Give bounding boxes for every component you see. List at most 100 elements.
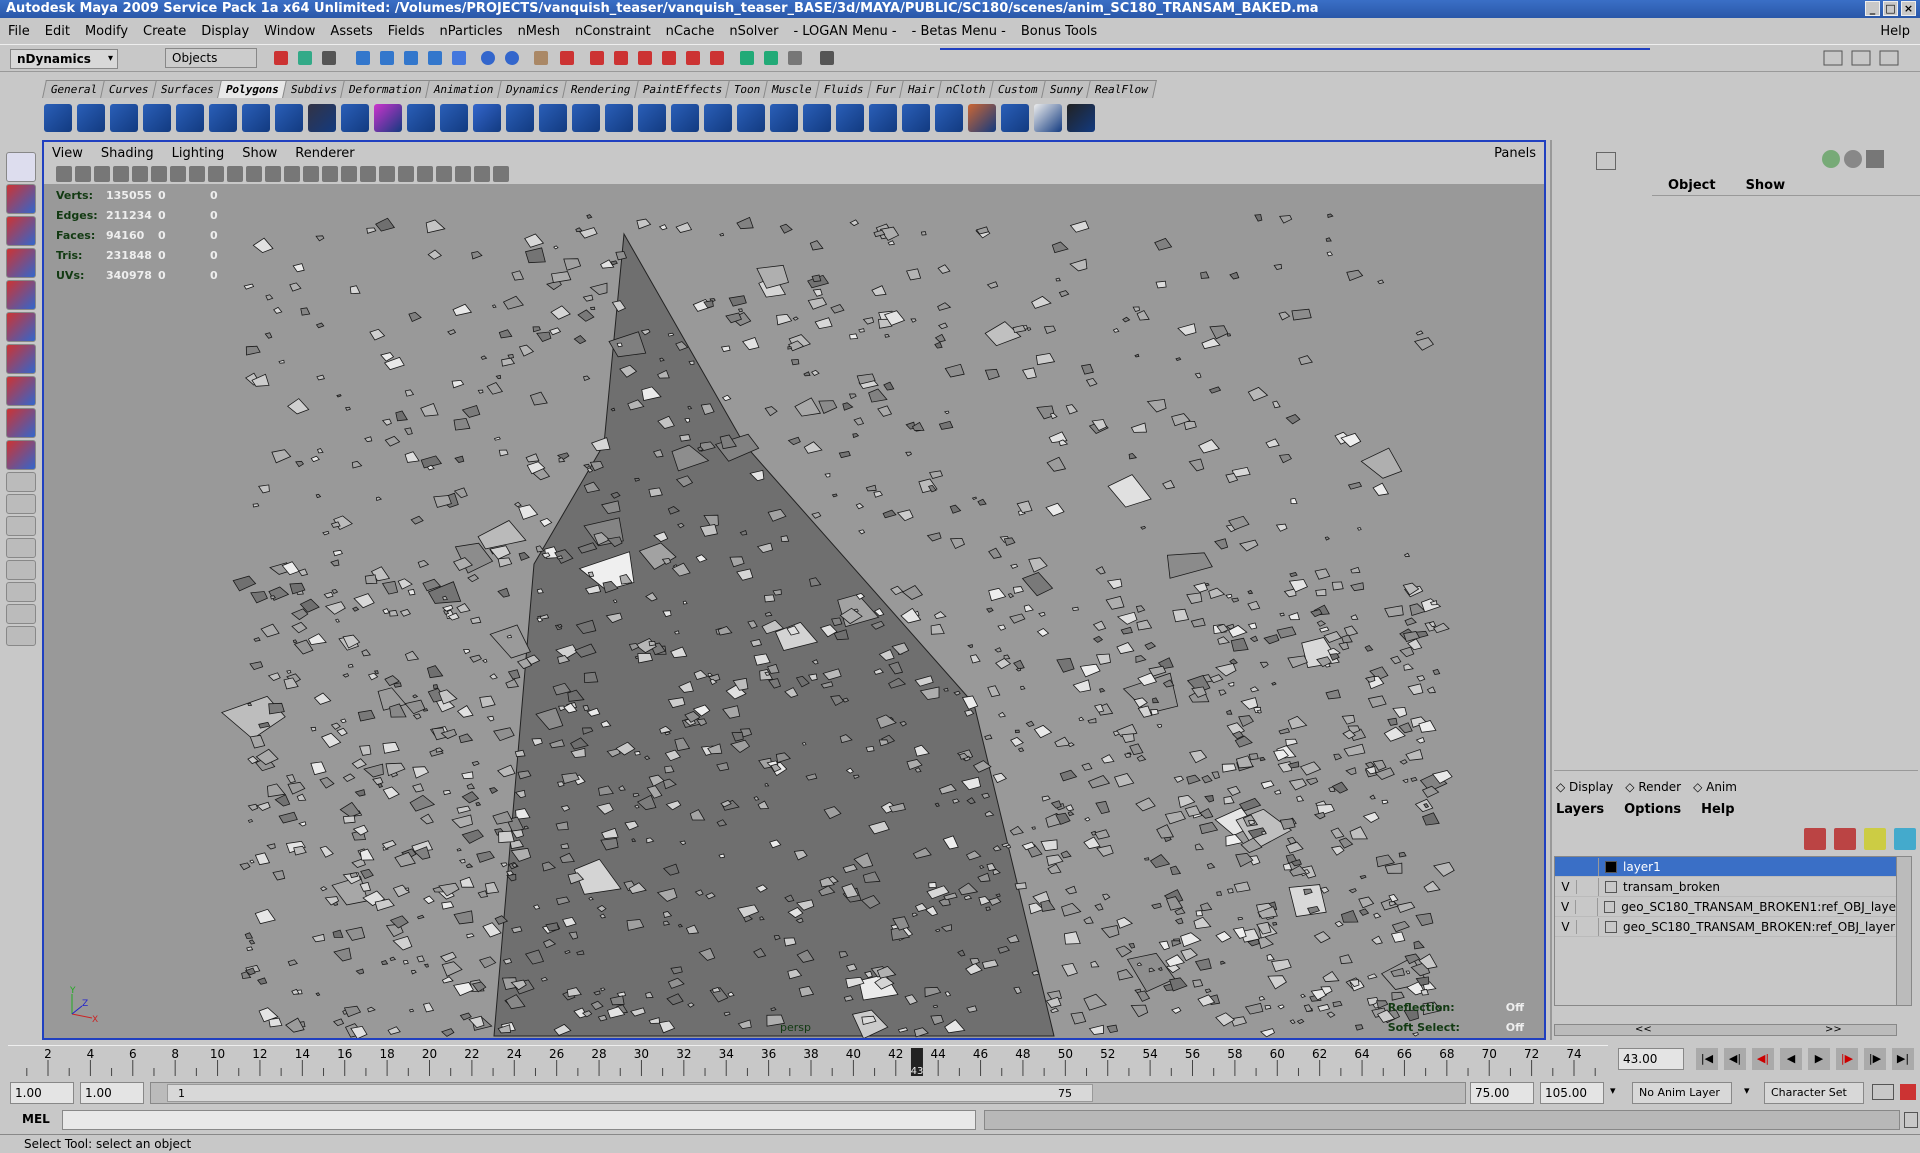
custom-layout-icon[interactable] — [6, 626, 36, 646]
separate-icon[interactable] — [440, 104, 468, 132]
poly-cone-icon[interactable] — [143, 104, 171, 132]
step-back-frame-icon[interactable]: ◀| — [1752, 1048, 1774, 1070]
layer-tab-anim[interactable]: ◇ Anim — [1693, 780, 1737, 794]
poly-pipe-icon[interactable] — [275, 104, 303, 132]
lasso-tool-icon[interactable] — [6, 184, 36, 214]
layer-display-type-toggle[interactable] — [1576, 897, 1598, 916]
panel-toggle-icons[interactable] — [1822, 49, 1912, 69]
layer-list-hscrollbar[interactable]: << >> — [1554, 1024, 1897, 1036]
viewport-menu-show[interactable]: Show — [242, 146, 277, 161]
viewport-menu-panels[interactable]: Panels — [1494, 146, 1536, 161]
play-backward-icon[interactable]: ◀ — [1780, 1048, 1802, 1070]
menu-betas-menu[interactable]: - Betas Menu - — [912, 24, 1006, 39]
layer-color-swatch[interactable] — [1605, 880, 1617, 893]
play-forward-icon[interactable]: ▶ — [1808, 1048, 1830, 1070]
soft-modify-tool-icon[interactable] — [6, 376, 36, 406]
append-icon[interactable] — [605, 104, 633, 132]
side-by-side-layout-icon[interactable] — [6, 516, 36, 536]
layer-row[interactable]: Vtransam_broken — [1555, 877, 1896, 897]
shelf-tab-surfaces[interactable]: Surfaces — [152, 80, 224, 98]
planar-map-icon[interactable] — [935, 104, 963, 132]
hypershade-layout-icon[interactable] — [6, 582, 36, 602]
menu-nparticles[interactable]: nParticles — [440, 24, 503, 39]
go-to-end-icon[interactable]: ▶| — [1892, 1048, 1914, 1070]
menu-display[interactable]: Display — [201, 24, 249, 39]
frame-all-icon[interactable] — [436, 166, 452, 182]
insert-edge-loop-icon[interactable] — [671, 104, 699, 132]
shelf-tab-deformation[interactable]: Deformation — [340, 80, 432, 98]
viewport-scene-geometry[interactable] — [44, 184, 1544, 1038]
isolate-select-icon[interactable] — [360, 166, 376, 182]
bridge-icon[interactable] — [572, 104, 600, 132]
shelf-tab-subdivs[interactable]: Subdivs — [282, 80, 347, 98]
time-slider[interactable]: 43 2 4 6 8 10 12 14 16 18 20 22 24 26 28 30 32 34 36 38 40 42… — [8, 1045, 1608, 1077]
menu-file[interactable]: File — [8, 24, 30, 39]
start-time-field[interactable]: 1.00 — [10, 1082, 74, 1104]
attribute-editor-icon[interactable] — [1822, 150, 1840, 168]
tool-settings-icon[interactable] — [1844, 150, 1862, 168]
layer-tab-display[interactable]: ◇ Display — [1556, 780, 1613, 794]
viewport-menu-view[interactable]: View — [52, 146, 83, 161]
range-slider-track[interactable]: 1 75 — [150, 1082, 1466, 1104]
field-chart-icon[interactable] — [208, 166, 224, 182]
menu-help[interactable]: Help — [1880, 24, 1910, 39]
persp-graph-layout-icon[interactable] — [6, 538, 36, 558]
smooth-icon[interactable] — [473, 104, 501, 132]
poly-sphere-icon[interactable] — [44, 104, 72, 132]
collapse-icon[interactable] — [803, 104, 831, 132]
reduce-icon[interactable] — [869, 104, 897, 132]
layer-menu-options[interactable]: Options — [1624, 802, 1681, 817]
layer-editor-icon[interactable] — [1866, 150, 1884, 168]
menu-modify[interactable]: Modify — [85, 24, 128, 39]
menu-ncache[interactable]: nCache — [666, 24, 715, 39]
channel-box-toggle-icon[interactable] — [1596, 152, 1616, 170]
merge-icon[interactable] — [770, 104, 798, 132]
smooth-shade-icon[interactable] — [246, 166, 262, 182]
layer-list-scrollbar[interactable] — [1896, 856, 1912, 1006]
automatic-map-icon[interactable] — [1034, 104, 1062, 132]
range-end-field[interactable]: 75.00 — [1470, 1082, 1534, 1104]
layer-color-swatch[interactable] — [1603, 900, 1616, 913]
step-forward-frame-icon[interactable]: |▶ — [1836, 1048, 1858, 1070]
viewport-menu-lighting[interactable]: Lighting — [172, 146, 225, 161]
mel-command-input[interactable] — [62, 1110, 976, 1130]
layer-visibility-toggle[interactable]: V — [1555, 899, 1577, 914]
step-back-key-icon[interactable]: ◀| — [1724, 1048, 1746, 1070]
sew-uv-icon[interactable] — [1067, 104, 1095, 132]
menu-window[interactable]: Window — [264, 24, 315, 39]
shelf-tab-ncloth[interactable]: nCloth — [937, 80, 996, 98]
layer-editor-separator[interactable] — [1554, 770, 1918, 771]
wireframe-on-shaded-icon[interactable] — [265, 166, 281, 182]
maximize-button[interactable]: □ — [1883, 1, 1898, 16]
range-slider-handle[interactable]: 1 75 — [167, 1084, 1093, 1102]
slide-edge-icon[interactable] — [737, 104, 765, 132]
two-panel-icon[interactable] — [474, 166, 490, 182]
current-time-field[interactable]: 43.00 — [1618, 1048, 1684, 1070]
layer-display-type-toggle[interactable] — [1577, 877, 1599, 896]
menu-bonus-tools[interactable]: Bonus Tools — [1021, 24, 1097, 39]
fill-hole-icon[interactable] — [836, 104, 864, 132]
poly-platonic-icon[interactable] — [374, 104, 402, 132]
end-time-field[interactable]: 105.00 — [1540, 1082, 1604, 1104]
layer-row[interactable]: Vgeo_SC180_TRANSAM_BROKEN1:ref_OBJ_laye — [1555, 897, 1896, 917]
outliner-layout-icon[interactable] — [6, 560, 36, 580]
new-anim-layer-icon[interactable] — [1864, 828, 1886, 850]
layer-visibility-toggle[interactable]: V — [1555, 919, 1577, 934]
layer-tab-render[interactable]: ◇ Render — [1625, 780, 1681, 794]
layer-row[interactable]: Vgeo_SC180_TRANSAM_BROKEN:ref_OBJ_layer — [1555, 917, 1896, 937]
menu-nconstraint[interactable]: nConstraint — [575, 24, 651, 39]
dock-divider[interactable] — [1550, 140, 1552, 1040]
layer-row[interactable]: layer1 — [1555, 857, 1896, 877]
poly-soccerball-icon[interactable] — [341, 104, 369, 132]
use-all-lights-icon[interactable] — [303, 166, 319, 182]
rotate-tool-icon[interactable] — [6, 280, 36, 310]
wireframe-icon[interactable] — [227, 166, 243, 182]
scale-tool-icon[interactable] — [6, 312, 36, 342]
extrude-icon[interactable] — [539, 104, 567, 132]
layer-display-type-toggle[interactable] — [1577, 857, 1599, 876]
viewport-menu-shading[interactable]: Shading — [101, 146, 154, 161]
persp-outliner-layout-icon[interactable] — [6, 604, 36, 624]
channel-box-tab-object[interactable]: Object — [1668, 176, 1716, 195]
show-manipulator-icon[interactable] — [6, 408, 36, 438]
close-button[interactable]: × — [1901, 1, 1916, 16]
